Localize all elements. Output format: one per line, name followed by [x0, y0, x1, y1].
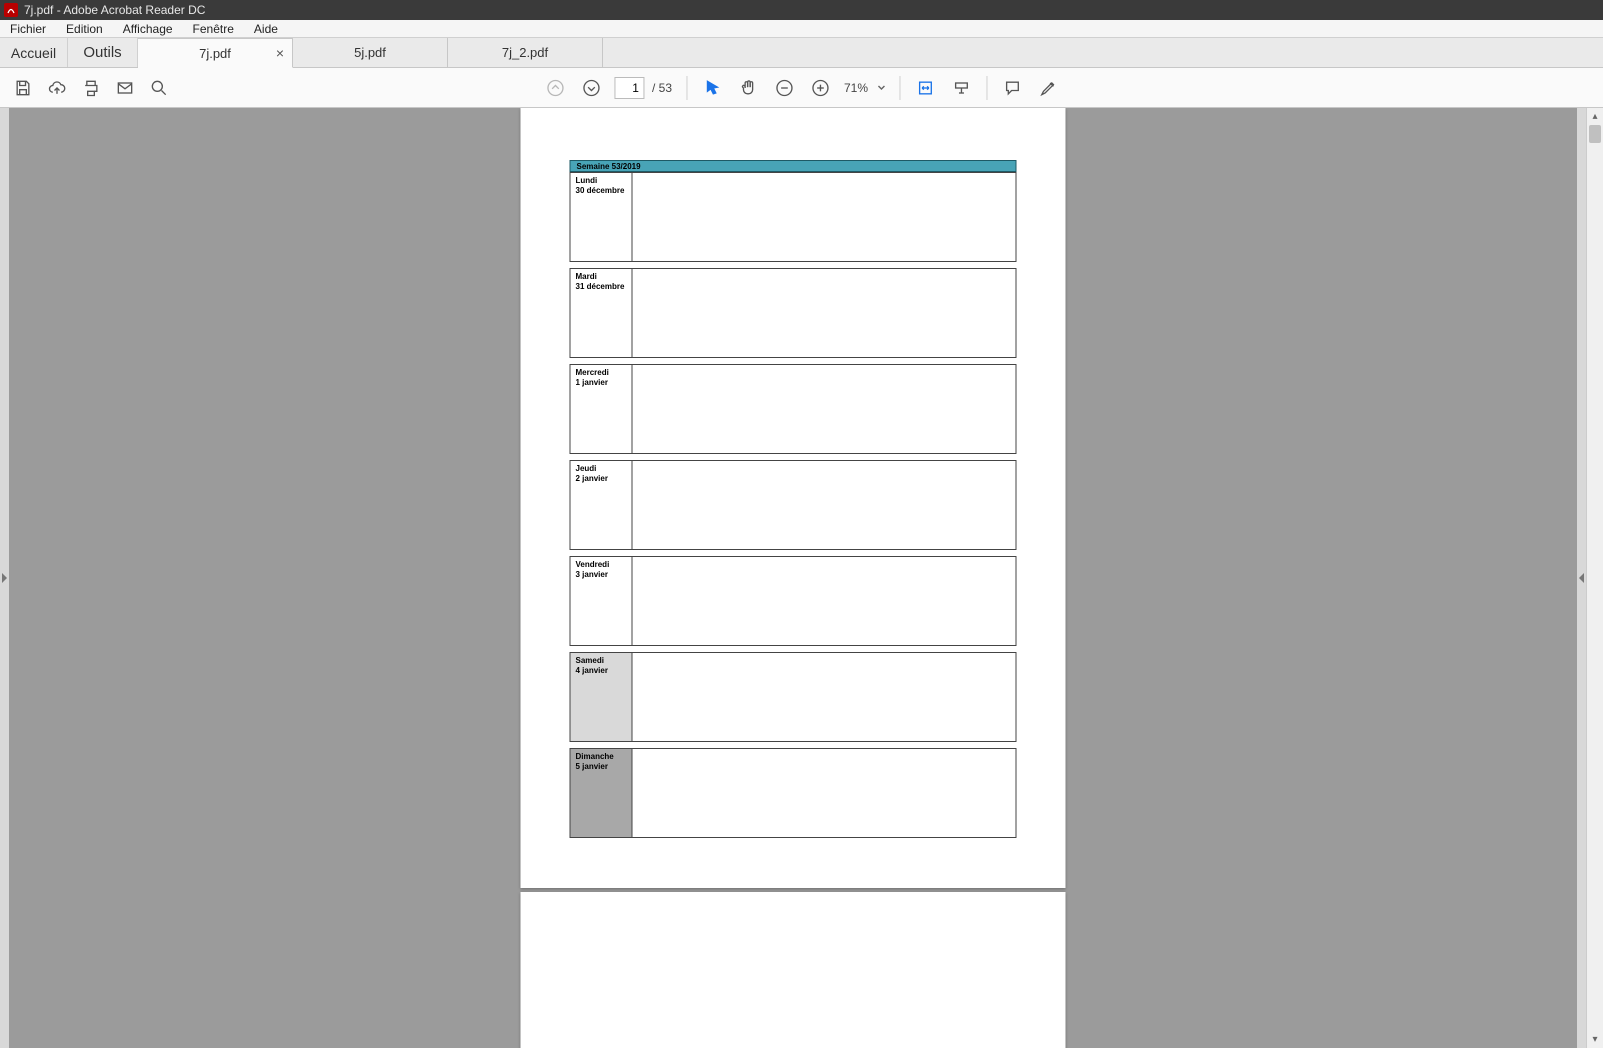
toolbar-left-group — [0, 71, 176, 105]
acrobat-app-icon — [4, 3, 18, 17]
page-up-icon[interactable] — [538, 71, 572, 105]
day-label: Mardi 31 décembre — [571, 269, 633, 357]
email-icon[interactable] — [108, 71, 142, 105]
comment-icon[interactable] — [995, 71, 1029, 105]
page-sep: / — [652, 81, 655, 95]
doctab-5j[interactable]: 5j.pdf — [293, 38, 448, 67]
chevron-down-icon — [876, 83, 886, 93]
day-label: Mercredi 1 janvier — [571, 365, 633, 453]
day-label: Samedi 4 janvier — [571, 653, 633, 741]
page-total: / 53 — [652, 81, 672, 95]
menu-edition[interactable]: Edition — [56, 22, 113, 36]
zoom-level-dropdown[interactable]: 71% — [839, 78, 891, 98]
right-pane-toggle[interactable] — [1577, 108, 1586, 1048]
search-icon[interactable] — [142, 71, 176, 105]
toolbar: / 53 71% — [0, 68, 1603, 108]
day-body — [633, 653, 1016, 741]
scroll-thumb[interactable] — [1589, 125, 1601, 143]
day-date: 5 janvier — [576, 762, 627, 772]
vertical-scrollbar[interactable]: ▴ ▾ — [1586, 108, 1603, 1048]
doctab-label: 5j.pdf — [354, 45, 386, 60]
day-body — [633, 749, 1016, 837]
day-name: Vendredi — [576, 560, 627, 570]
menu-affichage[interactable]: Affichage — [113, 22, 183, 36]
day-label: Lundi 30 décembre — [571, 173, 633, 261]
zoom-in-icon[interactable] — [803, 71, 837, 105]
week-header: Semaine 53/2019 — [570, 160, 1017, 172]
next-page-peek — [521, 892, 1066, 1048]
day-label: Vendredi 3 janvier — [571, 557, 633, 645]
day-date: 4 janvier — [576, 666, 627, 676]
tab-bar: Accueil Outils 7j.pdf × 5j.pdf 7j_2.pdf — [0, 38, 1603, 68]
document-viewer-wrap: Semaine 53/2019 Lundi 30 décembre Mardi … — [0, 108, 1603, 1048]
day-name: Mardi — [576, 272, 627, 282]
left-pane-toggle[interactable] — [0, 108, 9, 1048]
menu-bar: Fichier Edition Affichage Fenêtre Aide — [0, 20, 1603, 38]
doctab-7j2[interactable]: 7j_2.pdf — [448, 38, 603, 67]
day-label: Jeudi 2 janvier — [571, 461, 633, 549]
tab-outils[interactable]: Outils — [68, 38, 138, 67]
day-body — [633, 557, 1016, 645]
save-icon[interactable] — [6, 71, 40, 105]
toolbar-divider — [986, 76, 987, 100]
zoom-out-icon[interactable] — [767, 71, 801, 105]
window-title: 7j.pdf - Adobe Acrobat Reader DC — [24, 3, 205, 17]
week-days: Lundi 30 décembre Mardi 31 décembre Merc… — [570, 172, 1017, 838]
day-row: Lundi 30 décembre — [570, 172, 1017, 262]
scroll-up-icon[interactable]: ▴ — [1587, 108, 1603, 125]
day-row: Mercredi 1 janvier — [570, 364, 1017, 454]
scroll-down-icon[interactable]: ▾ — [1587, 1031, 1603, 1048]
read-mode-icon[interactable] — [944, 71, 978, 105]
zoom-level-label: 71% — [844, 81, 868, 95]
menu-aide[interactable]: Aide — [244, 22, 288, 36]
hand-tool-icon[interactable] — [731, 71, 765, 105]
day-body — [633, 173, 1016, 261]
page-down-icon[interactable] — [574, 71, 608, 105]
menu-fenetre[interactable]: Fenêtre — [183, 22, 244, 36]
toolbar-divider — [899, 76, 900, 100]
fit-width-icon[interactable] — [908, 71, 942, 105]
day-date: 2 janvier — [576, 474, 627, 484]
day-body — [633, 269, 1016, 357]
menu-fichier[interactable]: Fichier — [0, 22, 56, 36]
day-name: Jeudi — [576, 464, 627, 474]
day-label: Dimanche 5 janvier — [571, 749, 633, 837]
day-date: 31 décembre — [576, 282, 627, 292]
cloud-upload-icon[interactable] — [40, 71, 74, 105]
tab-accueil[interactable]: Accueil — [0, 38, 68, 67]
toolbar-center-group: / 53 71% — [538, 71, 1065, 105]
day-row: Vendredi 3 janvier — [570, 556, 1017, 646]
select-tool-icon[interactable] — [695, 71, 729, 105]
document-viewport[interactable]: Semaine 53/2019 Lundi 30 décembre Mardi … — [9, 108, 1577, 1048]
day-name: Lundi — [576, 176, 627, 186]
day-date: 30 décembre — [576, 186, 627, 196]
highlight-icon[interactable] — [1031, 71, 1065, 105]
toolbar-divider — [686, 76, 687, 100]
day-row: Mardi 31 décembre — [570, 268, 1017, 358]
day-row: Jeudi 2 janvier — [570, 460, 1017, 550]
window-titlebar: 7j.pdf - Adobe Acrobat Reader DC — [0, 0, 1603, 20]
day-row: Dimanche 5 janvier — [570, 748, 1017, 838]
pdf-page: Semaine 53/2019 Lundi 30 décembre Mardi … — [521, 108, 1066, 888]
print-icon[interactable] — [74, 71, 108, 105]
day-date: 1 janvier — [576, 378, 627, 388]
doctab-label: 7j_2.pdf — [502, 45, 548, 60]
day-date: 3 janvier — [576, 570, 627, 580]
close-tab-icon[interactable]: × — [276, 45, 284, 61]
day-name: Dimanche — [576, 752, 627, 762]
page-total-value: 53 — [659, 81, 672, 95]
day-body — [633, 461, 1016, 549]
day-name: Samedi — [576, 656, 627, 666]
day-name: Mercredi — [576, 368, 627, 378]
day-row: Samedi 4 janvier — [570, 652, 1017, 742]
day-body — [633, 365, 1016, 453]
page-number-input[interactable] — [614, 77, 644, 99]
doctab-label: 7j.pdf — [199, 46, 231, 61]
doctab-7j[interactable]: 7j.pdf × — [138, 38, 293, 68]
